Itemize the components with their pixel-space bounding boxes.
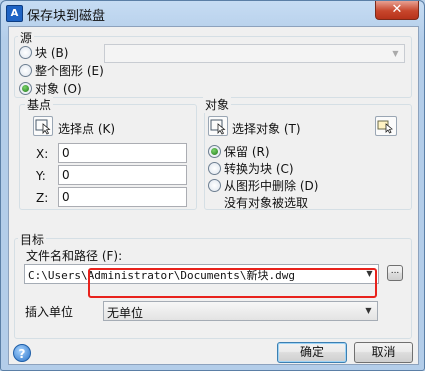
units-value: 无单位 [107, 306, 144, 320]
radio-convert-to-block[interactable] [208, 162, 221, 175]
select-objects-icon[interactable] [208, 116, 228, 136]
chevron-down-icon: ▼ [392, 49, 399, 58]
x-label: X: [36, 147, 49, 161]
radio-whole-drawing-label[interactable]: 整个图形 (E) [35, 62, 104, 79]
cancel-button[interactable]: 取消 [354, 342, 413, 363]
units-combo[interactable]: 无单位 ▼ [103, 301, 378, 321]
quick-select-icon[interactable] [375, 116, 397, 136]
radio-convert-to-block-label[interactable]: 转换为块 (C) [224, 160, 294, 177]
help-icon[interactable]: ? [13, 344, 31, 362]
y-field[interactable]: 0 [58, 165, 187, 185]
target-title: 目标 [18, 231, 47, 248]
autocad-icon: A [6, 5, 23, 22]
dialog-client: 源 块 (B) 整个图形 (E) 对象 (O) ▼ 基点 选择点 (K) X: … [8, 26, 419, 365]
radio-objects[interactable] [19, 82, 32, 95]
close-button[interactable]: ✕ [375, 1, 419, 20]
radio-objects-label[interactable]: 对象 (O) [35, 80, 82, 97]
block-name-combo[interactable]: ▼ [104, 44, 405, 63]
source-title: 源 [18, 29, 35, 46]
window-title: 保存块到磁盘 [27, 9, 106, 24]
x-field[interactable]: 0 [58, 143, 187, 163]
save-block-dialog: A 保存块到磁盘 ✕ 源 块 (B) 整个图形 (E) 对象 (O) ▼ 基点 … [0, 0, 425, 371]
select-objects-label[interactable]: 选择对象 (T) [232, 120, 301, 137]
browse-button[interactable]: ... [387, 265, 403, 281]
pick-point-label[interactable]: 选择点 (K) [58, 120, 115, 137]
z-field[interactable]: 0 [58, 187, 187, 207]
radio-retain[interactable] [208, 145, 221, 158]
units-label: 插入单位 [25, 305, 74, 319]
z-label: Z: [36, 191, 49, 205]
objects-title: 对象 [203, 96, 232, 113]
radio-whole-drawing[interactable] [19, 64, 32, 77]
pick-point-icon[interactable] [33, 116, 53, 136]
radio-delete-from-drawing-label[interactable]: 从图形中删除 (D) [224, 177, 318, 194]
y-label: Y: [36, 169, 46, 183]
annotation-highlight [88, 268, 377, 298]
radio-delete-from-drawing[interactable] [208, 179, 221, 192]
ok-button[interactable]: 确定 [277, 342, 347, 363]
radio-block-label[interactable]: 块 (B) [35, 44, 68, 61]
radio-retain-label[interactable]: 保留 (R) [224, 143, 270, 160]
path-label: 文件名和路径 (F): [26, 249, 123, 263]
selection-status: 没有对象被选取 [224, 196, 309, 210]
basepoint-title: 基点 [25, 96, 54, 113]
chevron-down-icon: ▼ [365, 306, 372, 315]
radio-block[interactable] [19, 46, 32, 59]
title-bar[interactable]: A 保存块到磁盘 ✕ [1, 1, 424, 25]
